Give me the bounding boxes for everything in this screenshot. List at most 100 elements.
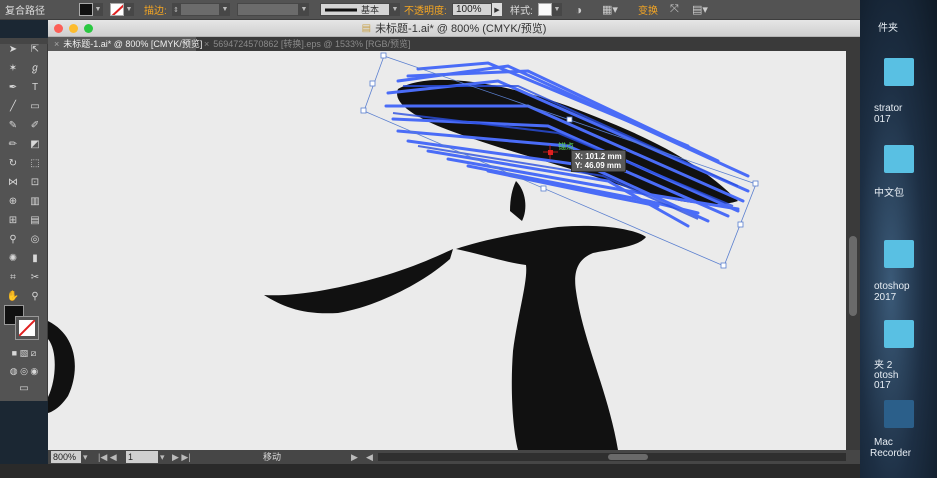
style-label: 样式: [510,6,533,17]
zoom-tool-icon[interactable]: ⚲ [25,290,45,304]
tab-label: 5694724570862 [转换].eps @ 1533% [RGB/预览] [213,39,411,49]
scale-tool-icon[interactable]: ⬚ [25,157,45,171]
free-transform-tool-icon[interactable]: ⊡ [25,176,45,190]
symbol-sprayer-tool-icon[interactable]: ✺ [3,252,23,266]
isolate-icon[interactable]: ⤧ [670,2,679,17]
stroke-shape-tip [510,181,526,221]
desktop-label: 中文包 [874,188,904,199]
tools-panel: ➤ ⇱ ✶ ℊ ✒ T ╱ ▭ ✎ ✐ ✏ ◩ ↻ ⬚ ⋈ ⊡ ⊕ ▥ ⊞ ▤ … [0,38,48,401]
gradient-tool-icon[interactable]: ▤ [25,214,45,228]
chevron-down-icon[interactable]: ▼ [124,3,134,16]
tooltip-x: X: 101.2 mm [575,152,622,161]
desktop-label: strator [874,103,903,114]
brush-style-select[interactable]: 基本 ▼ [320,2,400,17]
tab-label: 未标题-1.ai* @ 800% [CMYK/预览] [63,39,203,49]
first-artboard-icon[interactable]: |◀ ◀ [98,451,117,463]
next-artboard-icon[interactable]: ▶ ▶| [172,451,191,463]
slice-tool-icon[interactable]: ✂ [25,271,45,285]
stroke-shape-vertical [456,225,646,450]
desktop-label: 件夹 [878,23,898,34]
opacity-label: 不透明度: [404,6,447,17]
eraser-tool-icon[interactable]: ◩ [25,138,45,152]
opacity-value[interactable]: 100% [452,3,492,16]
width-tool-icon[interactable]: ⋈ [3,176,23,190]
close-tab-icon[interactable]: × [54,39,59,49]
stroke-shape-left-curve [48,321,75,413]
desktop-label: 2017 [874,292,897,303]
variable-width-field[interactable]: ▼ [237,2,309,17]
stroke-swatch[interactable]: ▼ [110,2,134,17]
status-bar: 800% ▾ |◀ ◀ 1 ▾ ▶ ▶| 移动 ▶ ◀ [48,450,860,464]
close-window-button[interactable] [54,24,63,33]
magic-wand-tool-icon[interactable]: ✶ [3,62,23,76]
eyedropper-tool-icon[interactable]: ⚲ [3,233,23,247]
line-tool-icon[interactable]: ╱ [3,100,23,114]
stroke-label: 描边: [144,6,167,17]
paintbrush-tool-icon[interactable]: ✎ [3,119,23,133]
pencil-tool-icon[interactable]: ✐ [25,119,45,133]
arrange-icon[interactable]: ▤▾ [692,2,708,17]
control-bar: 复合路径 ▼ ▼ 描边: ⇕ ▼ ▼ 基本 ▼ 不透明度: 100% ▶ 样式: … [0,0,860,20]
scroll-left-icon[interactable]: ◀ [366,451,373,463]
color-mode-icons[interactable]: ■ ▧ ⧄ [3,346,45,360]
transform-link[interactable]: 变换 [638,2,658,17]
desktop-background: 件夹 strator 017 中文包 otoshop 2017 夹 2 otos… [860,0,937,478]
rectangle-tool-icon[interactable]: ▭ [25,100,45,114]
stroke-weight-stepper[interactable]: ⇕ ▼ [172,2,230,17]
anchor-point [548,150,553,155]
horizontal-scrollbar[interactable] [378,453,846,461]
selection-tool-icon[interactable]: ➤ [3,43,23,57]
chevron-down-icon[interactable]: ▼ [93,3,103,16]
hand-tool-icon[interactable]: ✋ [3,290,23,304]
desktop-folder-icon[interactable] [884,58,914,86]
current-tool-label: 移动 [263,452,282,462]
type-tool-icon[interactable]: T [25,81,45,95]
recolor-icon[interactable]: ◑ [575,2,582,17]
draw-mode-icons[interactable]: ◍ ◎ ◉ [3,364,45,378]
stroke-shape-horizontal [264,249,453,314]
brush-style-label: 基本 [361,5,380,15]
scrollbar-thumb[interactable] [849,236,857,316]
mesh-tool-icon[interactable]: ⊞ [3,214,23,228]
no-stroke-icon [110,3,124,16]
artboard-tool-icon[interactable]: ⌗ [3,271,23,285]
close-tab-icon[interactable]: × [204,39,209,49]
artboard-number-field[interactable]: 1 [126,451,158,463]
zoom-level-field[interactable]: 800% [51,451,81,463]
desktop-folder-icon[interactable] [884,240,914,268]
lasso-tool-icon[interactable]: ℊ [25,62,45,76]
screen-mode-icon[interactable]: ▭ [10,382,38,396]
blend-tool-icon[interactable]: ◎ [25,233,45,247]
fill-swatch[interactable]: ▼ [79,2,103,17]
brush-stroke-icon [325,8,357,11]
artwork[interactable] [48,51,846,450]
opacity-field[interactable]: 100% ▶ [452,2,502,17]
minimize-window-button[interactable] [69,24,78,33]
align-icon[interactable]: ▦▾ [602,2,618,17]
canvas-area[interactable]: 锚点 X: 101.2 mm Y: 46.09 mm [48,51,860,450]
measurement-tooltip: X: 101.2 mm Y: 46.09 mm [571,150,626,172]
status-menu-icon[interactable]: ▶ [351,451,358,463]
zoom-window-button[interactable] [84,24,93,33]
desktop-folder-icon[interactable] [884,145,914,173]
pen-tool-icon[interactable]: ✒ [3,81,23,95]
style-swatch[interactable]: ▼ [538,2,562,17]
selection-type-label: 复合路径 [5,6,45,17]
chevron-down-icon[interactable]: ▾ [160,451,165,463]
direct-selection-tool-icon[interactable]: ⇱ [25,43,45,57]
shape-builder-tool-icon[interactable]: ⊕ [3,195,23,209]
perspective-grid-tool-icon[interactable]: ▥ [25,195,45,209]
no-stroke-icon [19,320,35,336]
tab-inactive-document[interactable]: × 5694724570862 [转换].eps @ 1533% [RGB/预览] [198,37,417,51]
desktop-folder-icon[interactable] [884,320,914,348]
scrollbar-thumb[interactable] [608,454,648,460]
vertical-scrollbar[interactable] [846,51,860,450]
desktop-app-icon[interactable] [884,400,914,428]
blob-brush-tool-icon[interactable]: ✏ [3,138,23,152]
tab-active-document[interactable]: × 未标题-1.ai* @ 800% [CMYK/预览] [48,37,202,51]
desktop-label: Recorder [870,448,912,459]
chevron-down-icon[interactable]: ▾ [83,451,88,463]
column-graph-tool-icon[interactable]: ▮ [25,252,45,266]
stroke-color-box[interactable] [15,316,39,340]
rotate-tool-icon[interactable]: ↻ [3,157,23,171]
